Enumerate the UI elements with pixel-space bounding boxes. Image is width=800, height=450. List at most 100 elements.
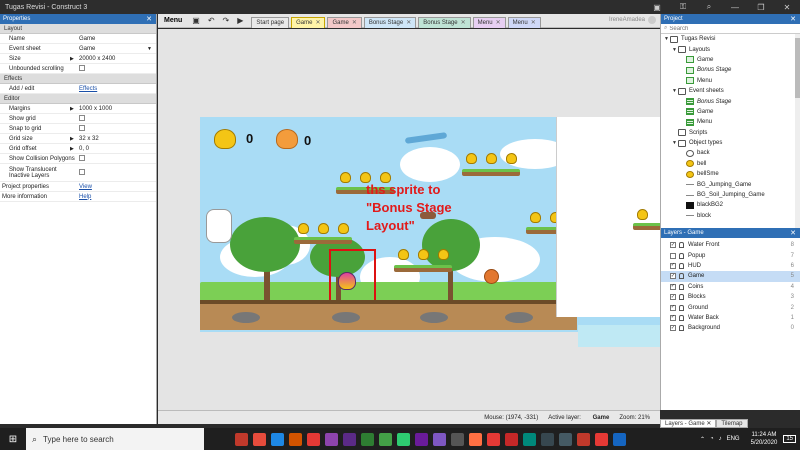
- taskbar-search[interactable]: ⌕ Type here to search: [26, 428, 204, 450]
- close-icon[interactable]: ✕: [790, 229, 796, 237]
- prop-grid-offset[interactable]: Grid offset ▶ 0, 0: [0, 144, 156, 154]
- project-tree-item[interactable]: Menu: [661, 117, 800, 127]
- layer-visibility-checkbox[interactable]: ✓: [670, 273, 676, 280]
- bell-sprite[interactable]: [340, 172, 351, 183]
- windows-start-icon[interactable]: ⊞: [0, 428, 26, 450]
- layer-visibility-checkbox[interactable]: [670, 252, 676, 259]
- unbounded-checkbox[interactable]: [79, 64, 85, 71]
- tab-layout[interactable]: Bonus Stage ✕: [418, 16, 471, 28]
- taskbar-app-icon[interactable]: [612, 432, 626, 446]
- layer-row[interactable]: ✓ Water Back 1: [661, 313, 800, 323]
- bell-sprite[interactable]: [418, 249, 429, 260]
- layer-row[interactable]: ✓ Game 5: [661, 271, 800, 282]
- taskbar-app-icon[interactable]: [378, 432, 392, 446]
- minimize-icon[interactable]: —: [722, 3, 748, 12]
- show-collision-checkbox[interactable]: [79, 154, 85, 161]
- notification-count[interactable]: 15: [783, 435, 796, 443]
- bell-sprite[interactable]: [318, 223, 329, 234]
- layer-row[interactable]: ✓ Coins 4: [661, 282, 800, 292]
- lock-icon[interactable]: [679, 304, 684, 311]
- taskbar-app-icon[interactable]: [234, 432, 248, 446]
- panel-icon[interactable]: ▣: [644, 3, 670, 12]
- project-tree-item[interactable]: Game: [661, 55, 800, 65]
- show-translucent-checkbox[interactable]: [79, 168, 85, 175]
- project-tree-item[interactable]: back: [661, 148, 800, 158]
- network-icon[interactable]: ◔: [710, 436, 714, 442]
- help-link[interactable]: Help: [79, 194, 91, 200]
- taskbar-app-icon[interactable]: [360, 432, 374, 446]
- volume-icon[interactable]: ♪: [719, 436, 722, 442]
- taskbar-app-icon[interactable]: [396, 432, 410, 446]
- taskbar-app-icon[interactable]: [432, 432, 446, 446]
- prop-unbounded[interactable]: Unbounded scrolling: [0, 64, 156, 74]
- redo-icon[interactable]: ↷: [223, 16, 230, 25]
- taskbar-app-icon[interactable]: [540, 432, 554, 446]
- clock[interactable]: 11:24 AM 5/20/2020: [751, 431, 778, 447]
- close-tab-icon[interactable]: ✕: [315, 19, 320, 26]
- ball-sprite[interactable]: [484, 269, 499, 284]
- prop-grid-size[interactable]: Grid size ▶ 32 x 32: [0, 134, 156, 144]
- layer-row[interactable]: Popup 7: [661, 250, 800, 260]
- layer-visibility-checkbox[interactable]: ✓: [670, 262, 676, 269]
- taskbar-app-icon[interactable]: [306, 432, 320, 446]
- taskbar-app-icon[interactable]: [270, 432, 284, 446]
- platform[interactable]: [633, 223, 660, 230]
- lock-icon[interactable]: [679, 294, 684, 301]
- lock-icon[interactable]: [679, 283, 684, 290]
- bell-sprite[interactable]: [298, 223, 309, 234]
- project-tree-item[interactable]: Bonus Stage: [661, 65, 800, 75]
- lock-icon[interactable]: [679, 314, 684, 321]
- layer-row[interactable]: ✓ Water Front 8: [661, 240, 800, 250]
- layer-visibility-checkbox[interactable]: ✓: [670, 294, 676, 301]
- prop-add-edit[interactable]: Add / edit Effects: [0, 84, 156, 94]
- tab-tilemap[interactable]: Tilemap: [716, 419, 748, 428]
- project-tree-item[interactable]: ▼ Tugas Revisi: [661, 34, 800, 44]
- project-tree-item[interactable]: Bonus Stage: [661, 96, 800, 106]
- scrollbar-thumb[interactable]: [795, 38, 800, 98]
- save-icon[interactable]: ▣: [192, 16, 200, 25]
- bell-sprite[interactable]: [466, 153, 477, 164]
- bell-sprite[interactable]: [438, 249, 449, 260]
- tab-layout[interactable]: Game ✕: [327, 16, 362, 28]
- user-account[interactable]: IreneAmadea: [609, 16, 656, 24]
- play-icon[interactable]: ▶: [237, 16, 243, 25]
- taskbar-app-icon[interactable]: [324, 432, 338, 446]
- project-tree-item[interactable]: blackBG2: [661, 200, 800, 210]
- project-tree-item[interactable]: BG_Jumping_Game: [661, 179, 800, 189]
- key-icon[interactable]: ⚿: [670, 2, 696, 12]
- project-scrollbar[interactable]: [795, 34, 800, 229]
- taskbar-app-icon[interactable]: [558, 432, 572, 446]
- layer-visibility-checkbox[interactable]: ✓: [670, 325, 676, 332]
- menu-button[interactable]: Menu: [158, 17, 188, 24]
- project-tree-item[interactable]: ▼ Layouts: [661, 44, 800, 54]
- layer-row[interactable]: ✓ Background 0: [661, 323, 800, 333]
- layer-row[interactable]: ✓ HUD 6: [661, 261, 800, 271]
- prop-snap-grid[interactable]: Snap to grid: [0, 124, 156, 134]
- taskbar-app-icon[interactable]: [252, 432, 266, 446]
- layer-visibility-checkbox[interactable]: ✓: [670, 283, 676, 290]
- chevron-down-icon[interactable]: ▼: [147, 46, 152, 52]
- taskbar-app-icon[interactable]: [414, 432, 428, 446]
- prop-show-collision[interactable]: Show Collision Polygons: [0, 154, 156, 164]
- project-tree-item[interactable]: bellSme: [661, 169, 800, 179]
- prop-more-info[interactable]: More information Help: [0, 192, 156, 202]
- ground-strip[interactable]: [200, 300, 577, 330]
- prop-show-translucent[interactable]: Show Translucent Inactive Layers: [0, 164, 156, 182]
- tab-layout[interactable]: Start page: [251, 16, 290, 28]
- tab-layout[interactable]: Menu ✕: [472, 16, 506, 28]
- snap-grid-checkbox[interactable]: [79, 124, 85, 131]
- project-search-input[interactable]: [669, 25, 790, 32]
- project-tree-item[interactable]: Scripts: [661, 128, 800, 138]
- layer-row[interactable]: ✓ Ground 2: [661, 302, 800, 312]
- project-tree-item[interactable]: ▼ Event sheets: [661, 86, 800, 96]
- close-icon[interactable]: ✕: [146, 15, 152, 23]
- tab-layout[interactable]: Menu ✕: [507, 16, 541, 28]
- section-effects[interactable]: Effects: [0, 74, 156, 84]
- prop-show-grid[interactable]: Show grid: [0, 114, 156, 124]
- taskbar-app-icon[interactable]: [504, 432, 518, 446]
- project-tree-item[interactable]: Menu: [661, 76, 800, 86]
- taskbar-app-icon[interactable]: [522, 432, 536, 446]
- prop-size[interactable]: Size ▶ 20000 x 2400: [0, 54, 156, 64]
- layout-canvas[interactable]: 0 0 ths sprite to "Bonus Stage Layout": [158, 29, 660, 410]
- tab-layout[interactable]: Bonus Stage ✕: [363, 16, 417, 28]
